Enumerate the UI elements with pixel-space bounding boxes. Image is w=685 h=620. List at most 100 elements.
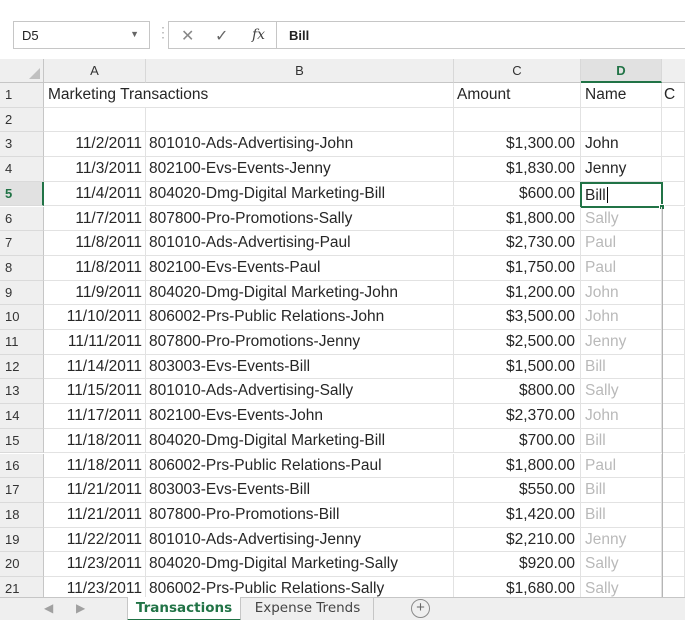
description-cell[interactable]: 804020-Dmg-Digital Marketing-Sally: [146, 552, 454, 577]
amount-cell[interactable]: $2,730.00: [454, 231, 581, 256]
flash-fill-suggestion[interactable]: John: [581, 280, 662, 306]
description-cell[interactable]: 801010-Ads-Advertising-Jenny: [146, 527, 454, 553]
flash-fill-suggestion[interactable]: Sally: [581, 379, 662, 405]
cell-empty[interactable]: [662, 206, 685, 232]
cell-empty[interactable]: [44, 107, 146, 133]
amount-cell[interactable]: $1,500.00: [454, 354, 581, 380]
date-cell[interactable]: 11/8/2011: [44, 231, 146, 256]
enter-icon[interactable]: ✓: [215, 26, 228, 46]
date-cell[interactable]: 11/11/2011: [44, 330, 146, 355]
flash-fill-suggestion[interactable]: Bill: [581, 502, 662, 528]
row-header[interactable]: 2: [0, 107, 44, 133]
cell-empty[interactable]: [662, 577, 685, 597]
description-cell[interactable]: 807800-Pro-Promotions-Jenny: [146, 330, 454, 355]
flash-fill-suggestion[interactable]: Jenny: [581, 330, 662, 355]
name-box-dropdown-icon[interactable]: ▼: [130, 29, 139, 39]
description-cell[interactable]: 802100-Evs-Events-Jenny: [146, 157, 454, 182]
name-cell[interactable]: John: [581, 132, 662, 158]
cell-empty[interactable]: [662, 404, 685, 429]
flash-fill-suggestion[interactable]: Bill: [581, 354, 662, 380]
description-cell[interactable]: 806002-Prs-Public Relations-John: [146, 305, 454, 330]
cell-empty[interactable]: [662, 280, 685, 306]
flash-fill-suggestion[interactable]: Bill: [581, 428, 662, 454]
date-cell[interactable]: 11/7/2011: [44, 206, 146, 232]
description-cell[interactable]: 802100-Evs-Events-John: [146, 404, 454, 429]
add-sheet-icon[interactable]: +: [411, 599, 430, 618]
cell-empty[interactable]: [662, 107, 685, 133]
date-cell[interactable]: 11/2/2011: [44, 132, 146, 158]
cell-empty[interactable]: [662, 157, 685, 182]
next-sheet-icon[interactable]: ▶: [76, 601, 85, 615]
name-cell[interactable]: Jenny: [581, 157, 662, 182]
cell-empty[interactable]: [581, 107, 662, 133]
date-cell[interactable]: 11/18/2011: [44, 453, 146, 479]
amount-cell[interactable]: $1,680.00: [454, 577, 581, 597]
date-cell[interactable]: 11/9/2011: [44, 280, 146, 306]
row-header[interactable]: 7: [0, 231, 44, 256]
description-cell[interactable]: 803003-Evs-Events-Bill: [146, 354, 454, 380]
cell-empty[interactable]: [662, 453, 685, 479]
cell-d1[interactable]: Name: [581, 83, 662, 108]
amount-cell[interactable]: $3,500.00: [454, 305, 581, 330]
description-cell[interactable]: 806002-Prs-Public Relations-Sally: [146, 577, 454, 597]
cell-empty[interactable]: [662, 255, 685, 281]
cell-empty[interactable]: [662, 330, 685, 355]
amount-cell[interactable]: $2,210.00: [454, 527, 581, 553]
description-cell[interactable]: 801010-Ads-Advertising-Paul: [146, 231, 454, 256]
row-header[interactable]: 12: [0, 354, 44, 380]
flash-fill-suggestion[interactable]: John: [581, 404, 662, 429]
flash-fill-suggestion[interactable]: Paul: [581, 231, 662, 256]
cell-empty[interactable]: [662, 379, 685, 405]
prev-sheet-icon[interactable]: ◀: [44, 601, 53, 615]
row-header[interactable]: 10: [0, 305, 44, 330]
description-cell[interactable]: 806002-Prs-Public Relations-Paul: [146, 453, 454, 479]
row-header[interactable]: 17: [0, 478, 44, 503]
cell-e1[interactable]: C: [662, 83, 685, 108]
cell-empty[interactable]: [662, 502, 685, 528]
row-header[interactable]: 11: [0, 330, 44, 355]
column-header-b[interactable]: B: [146, 59, 454, 83]
row-header[interactable]: 19: [0, 527, 44, 553]
tab-transactions[interactable]: Transactions: [127, 597, 241, 620]
row-header[interactable]: 5: [0, 181, 44, 207]
insert-function-icon[interactable]: fx: [252, 27, 265, 43]
cell-empty[interactable]: [662, 527, 685, 553]
row-header[interactable]: 8: [0, 255, 44, 281]
cell-empty[interactable]: [662, 354, 685, 380]
row-header[interactable]: 4: [0, 157, 44, 182]
amount-cell[interactable]: $1,750.00: [454, 255, 581, 281]
amount-cell[interactable]: $920.00: [454, 552, 581, 577]
description-cell[interactable]: 807800-Pro-Promotions-Sally: [146, 206, 454, 232]
row-header[interactable]: 21: [0, 577, 44, 597]
row-header[interactable]: 15: [0, 428, 44, 454]
column-header-c[interactable]: C: [454, 59, 581, 83]
date-cell[interactable]: 11/15/2011: [44, 379, 146, 405]
select-all-corner[interactable]: [0, 59, 44, 83]
row-header[interactable]: 3: [0, 132, 44, 158]
cell-empty[interactable]: [454, 107, 581, 133]
amount-cell[interactable]: $550.00: [454, 478, 581, 503]
description-cell[interactable]: 804020-Dmg-Digital Marketing-John: [146, 280, 454, 306]
amount-cell[interactable]: $600.00: [454, 181, 581, 207]
cell-empty[interactable]: [662, 552, 685, 577]
date-cell[interactable]: 11/21/2011: [44, 478, 146, 503]
amount-cell[interactable]: $1,800.00: [454, 206, 581, 232]
flash-fill-suggestion[interactable]: Sally: [581, 577, 662, 597]
cell-empty[interactable]: [662, 478, 685, 503]
description-cell[interactable]: 802100-Evs-Events-Paul: [146, 255, 454, 281]
amount-cell[interactable]: $1,800.00: [454, 453, 581, 479]
row-header[interactable]: 6: [0, 206, 44, 232]
amount-cell[interactable]: $700.00: [454, 428, 581, 454]
cell-empty[interactable]: [146, 107, 454, 133]
active-cell[interactable]: Bill: [580, 181, 665, 210]
row-header[interactable]: 16: [0, 453, 44, 479]
column-header-d[interactable]: D: [581, 59, 662, 83]
column-header-e[interactable]: [662, 59, 685, 83]
row-header[interactable]: 1: [0, 83, 44, 108]
date-cell[interactable]: 11/18/2011: [44, 428, 146, 454]
cell-c1[interactable]: Amount: [454, 83, 581, 108]
cell-empty[interactable]: [662, 132, 685, 158]
cancel-icon[interactable]: ✕: [181, 26, 194, 46]
date-cell[interactable]: 11/21/2011: [44, 502, 146, 528]
cell-empty[interactable]: [662, 231, 685, 256]
